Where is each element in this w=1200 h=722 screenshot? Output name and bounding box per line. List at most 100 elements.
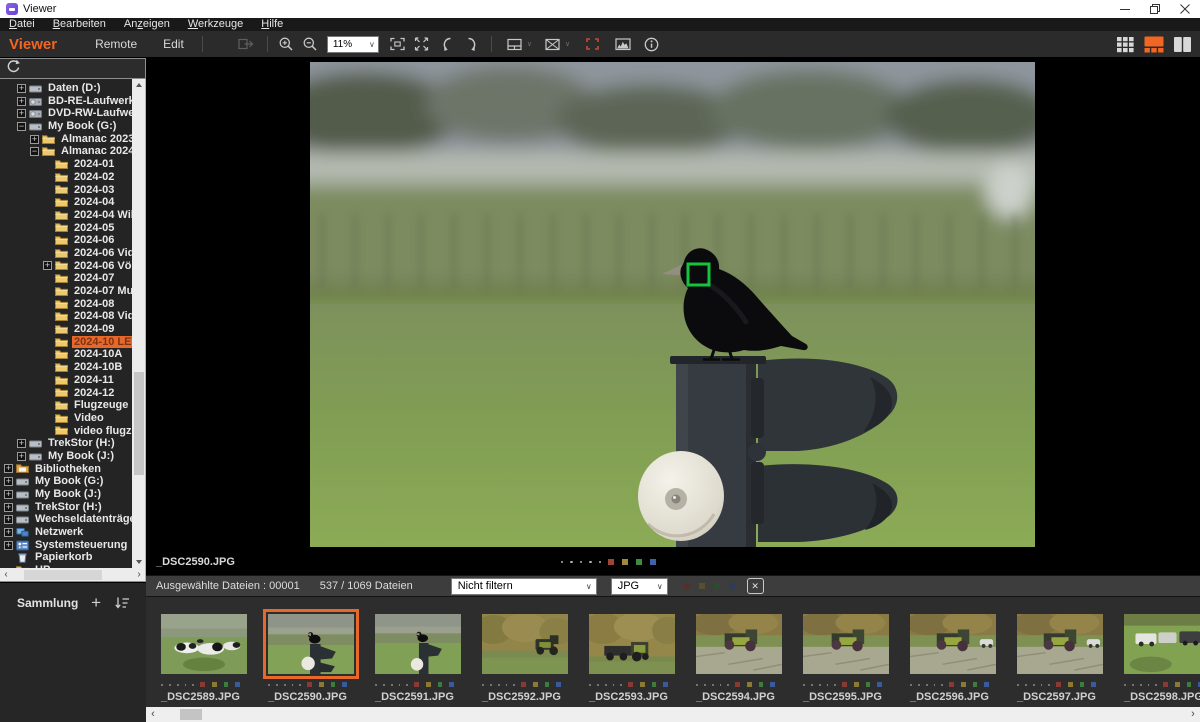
remote-mode-button[interactable]: Remote xyxy=(95,37,137,51)
rating-dot[interactable] xyxy=(589,561,592,564)
rating-dot[interactable] xyxy=(506,684,508,686)
label-red-icon[interactable] xyxy=(521,682,526,687)
menu-item-datei[interactable]: Datei xyxy=(0,18,44,31)
rating-dot[interactable] xyxy=(597,684,599,686)
rotate-right-icon[interactable] xyxy=(463,36,479,52)
label-filter-green-icon[interactable] xyxy=(714,583,720,589)
thumbnail-image[interactable] xyxy=(910,614,996,674)
menu-item-hilfe[interactable]: Hilfe xyxy=(252,18,292,31)
label-blue-icon[interactable] xyxy=(877,682,882,687)
expander-expand-icon[interactable]: + xyxy=(17,439,26,448)
tree-item-2024-07-mutte[interactable]: 2024-07 Mutte xyxy=(0,285,132,298)
label-yellow-icon[interactable] xyxy=(1068,682,1073,687)
tree-item-systemsteuerung[interactable]: +Systemsteuerung xyxy=(0,539,132,552)
rating-dot[interactable] xyxy=(482,684,484,686)
label-blue-icon[interactable] xyxy=(663,682,668,687)
label-blue-icon[interactable] xyxy=(556,682,561,687)
restore-button[interactable] xyxy=(1140,0,1170,18)
label-filter-blue-icon[interactable] xyxy=(729,583,735,589)
scrollbar-thumb[interactable] xyxy=(24,570,102,580)
rating-dot[interactable] xyxy=(696,684,698,686)
label-blue-icon[interactable] xyxy=(449,682,454,687)
rating-dot[interactable] xyxy=(299,684,301,686)
tree-item-2024-12[interactable]: 2024-12 xyxy=(0,387,132,400)
filter-dropdown[interactable]: Nicht filtern ∨ xyxy=(451,578,597,595)
expander-expand-icon[interactable]: + xyxy=(4,477,13,486)
label-green-icon[interactable] xyxy=(759,682,764,687)
tree-item-dvd-rw-laufwerk-f[interactable]: +DVD-RW-Laufwerk (F xyxy=(0,107,132,120)
rating-dot[interactable] xyxy=(185,684,187,686)
label-green-icon[interactable] xyxy=(331,682,336,687)
tree-item-2024-08[interactable]: 2024-08 xyxy=(0,298,132,311)
rating-dot[interactable] xyxy=(498,684,500,686)
rating-dot[interactable] xyxy=(811,684,813,686)
label-blue-icon[interactable] xyxy=(235,682,240,687)
expander-expand-icon[interactable]: + xyxy=(4,464,13,473)
rating-dot[interactable] xyxy=(1041,684,1043,686)
rating-dot[interactable] xyxy=(599,561,602,564)
label-blue-icon[interactable] xyxy=(650,559,656,565)
label-green-icon[interactable] xyxy=(973,682,978,687)
tree-item-bibliotheken[interactable]: +Bibliotheken xyxy=(0,463,132,476)
thumbnail-image[interactable] xyxy=(589,614,675,674)
label-red-icon[interactable] xyxy=(628,682,633,687)
label-yellow-icon[interactable] xyxy=(640,682,645,687)
label-yellow-icon[interactable] xyxy=(854,682,859,687)
edit-mode-button[interactable]: Edit xyxy=(163,37,184,51)
side-by-side-view-icon[interactable] xyxy=(1173,36,1192,53)
rating-dot[interactable] xyxy=(827,684,829,686)
rating-dot[interactable] xyxy=(580,561,583,564)
rating-dot[interactable] xyxy=(383,684,385,686)
label-yellow-icon[interactable] xyxy=(622,559,628,565)
expander-expand-icon[interactable]: + xyxy=(30,135,39,144)
scroll-up-icon[interactable] xyxy=(132,79,145,91)
rating-dot[interactable] xyxy=(406,684,408,686)
tree-item-2024-06-v-gel[interactable]: +2024-06 Vögel xyxy=(0,260,132,273)
rating-dot[interactable] xyxy=(391,684,393,686)
rating-dot[interactable] xyxy=(712,684,714,686)
tree-horizontal-scrollbar[interactable]: ‹ › xyxy=(0,568,146,582)
rating-dot[interactable] xyxy=(1033,684,1035,686)
tree-item-2024-03[interactable]: 2024-03 xyxy=(0,184,132,197)
rating-dot[interactable] xyxy=(589,684,591,686)
label-yellow-icon[interactable] xyxy=(426,682,431,687)
tree-item-netzwerk[interactable]: +Netzwerk xyxy=(0,526,132,539)
thumbnail-image[interactable] xyxy=(803,614,889,674)
multi-frame-view-icon[interactable] xyxy=(506,36,523,52)
rating-dot[interactable] xyxy=(1017,684,1019,686)
tree-item-2024-04-willi[interactable]: 2024-04 Willi xyxy=(0,209,132,222)
label-green-icon[interactable] xyxy=(1187,682,1192,687)
thumbnail-image[interactable] xyxy=(161,614,247,674)
expander-expand-icon[interactable]: + xyxy=(4,541,13,550)
tree-item-papierkorb[interactable]: Papierkorb xyxy=(0,551,132,564)
tree-item-video-flugzeug[interactable]: video flugzeug xyxy=(0,425,132,438)
label-green-icon[interactable] xyxy=(652,682,657,687)
tree-item-2024-02[interactable]: 2024-02 xyxy=(0,171,132,184)
minimize-button[interactable] xyxy=(1110,0,1140,18)
label-blue-icon[interactable] xyxy=(770,682,775,687)
zoom-out-icon[interactable] xyxy=(302,36,318,52)
tree-item-my-book-j[interactable]: +My Book (J:) xyxy=(0,488,132,501)
tree-item-almanac-2023[interactable]: +Almanac 2023 xyxy=(0,133,132,146)
label-yellow-icon[interactable] xyxy=(1175,682,1180,687)
scroll-right-icon[interactable]: › xyxy=(1186,707,1200,722)
label-green-icon[interactable] xyxy=(438,682,443,687)
rating-dot[interactable] xyxy=(613,684,615,686)
filmstrip-item-dsc2592-jpg[interactable]: _DSC2592.JPG xyxy=(482,614,568,707)
rating-dot[interactable] xyxy=(605,684,607,686)
thumbnail-image[interactable] xyxy=(482,614,568,674)
label-yellow-icon[interactable] xyxy=(961,682,966,687)
close-button[interactable] xyxy=(1170,0,1200,18)
compare-view-icon[interactable] xyxy=(544,36,561,52)
tree-item-2024-10b[interactable]: 2024-10B xyxy=(0,361,132,374)
label-green-icon[interactable] xyxy=(1080,682,1085,687)
rating-and-labels[interactable] xyxy=(589,682,675,687)
label-green-icon[interactable] xyxy=(636,559,642,565)
rating-dot[interactable] xyxy=(192,684,194,686)
thumbnail-image[interactable] xyxy=(696,614,782,674)
tree-item-2024-06[interactable]: 2024-06 xyxy=(0,234,132,247)
label-blue-icon[interactable] xyxy=(984,682,989,687)
rotate-left-icon[interactable] xyxy=(440,36,456,52)
menu-item-anzeigen[interactable]: Anzeigen xyxy=(115,18,179,31)
tree-item-bd-re-laufwerk-e[interactable]: +BD-RE-Laufwerk (E:) xyxy=(0,95,132,108)
